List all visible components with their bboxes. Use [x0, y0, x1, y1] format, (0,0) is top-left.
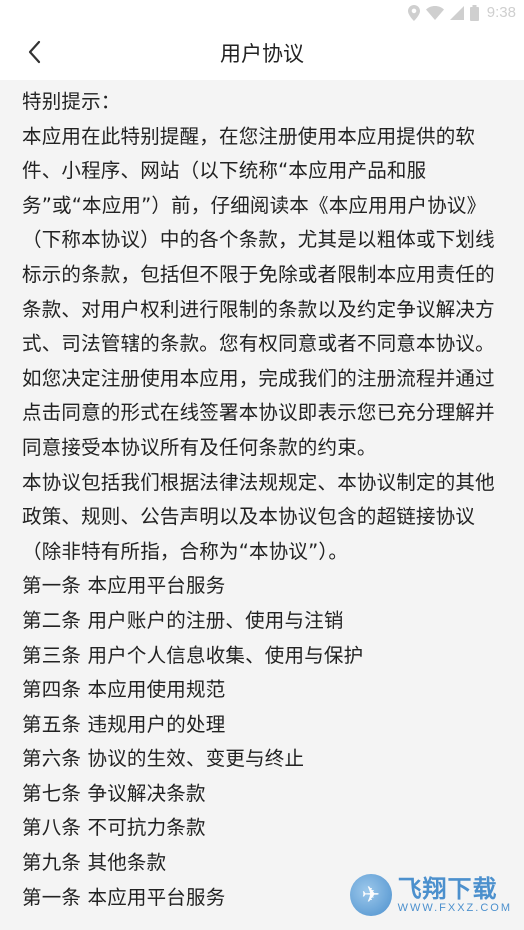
agreement-content[interactable]: 特别提示： 本应用在此特别提醒，在您注册使用本应用提供的软件、小程序、网站（以下… [0, 80, 524, 930]
article-2: 第二条 用户账户的注册、使用与注销 [22, 608, 344, 632]
article-8: 第八条 不可抗力条款 [22, 816, 206, 840]
watermark-logo-icon: ✈ [350, 874, 392, 916]
location-icon [407, 4, 420, 21]
page-title: 用户协议 [220, 42, 304, 66]
wifi-icon [425, 5, 444, 20]
signal-icon [449, 5, 464, 20]
paragraph-intro: 本应用在此特别提醒，在您注册使用本应用提供的软件、小程序、网站（以下统称“本应用… [22, 124, 495, 356]
paragraph-consent: 如您决定注册使用本应用，完成我们的注册流程并通过点击同意的形式在线签署本协议即表… [22, 366, 495, 459]
battery-icon [469, 4, 479, 21]
paragraph-notice-heading: 特别提示： [22, 90, 121, 113]
agreement-text: 特别提示： 本应用在此特别提醒，在您注册使用本应用提供的软件、小程序、网站（以下… [0, 80, 524, 915]
article-4: 第四条 本应用使用规范 [22, 678, 226, 702]
watermark-text: 飞翔下载 WWW.FXXZ.COM [398, 876, 512, 914]
status-bar: 9:38 [0, 0, 524, 26]
article-6: 第六条 协议的生效、变更与终止 [22, 747, 305, 771]
article-5: 第五条 违规用户的处理 [22, 712, 226, 736]
status-icons: 9:38 [407, 4, 516, 21]
article-1: 第一条 本应用平台服务 [22, 574, 226, 598]
article-3: 第三条 用户个人信息收集、使用与保护 [22, 643, 364, 667]
status-time: 9:38 [486, 4, 516, 21]
watermark-title: 飞翔下载 [397, 875, 498, 903]
paragraph-scope: 本协议包括我们根据法律法规规定、本协议制定的其他政策、规则、公告声明以及本协议包… [22, 470, 495, 563]
watermark: ✈ 飞翔下载 WWW.FXXZ.COM [350, 870, 512, 920]
article-7: 第七条 争议解决条款 [22, 781, 206, 805]
watermark-url: WWW.FXXZ.COM [397, 902, 512, 914]
app-bar: 用户协议 [0, 26, 524, 80]
